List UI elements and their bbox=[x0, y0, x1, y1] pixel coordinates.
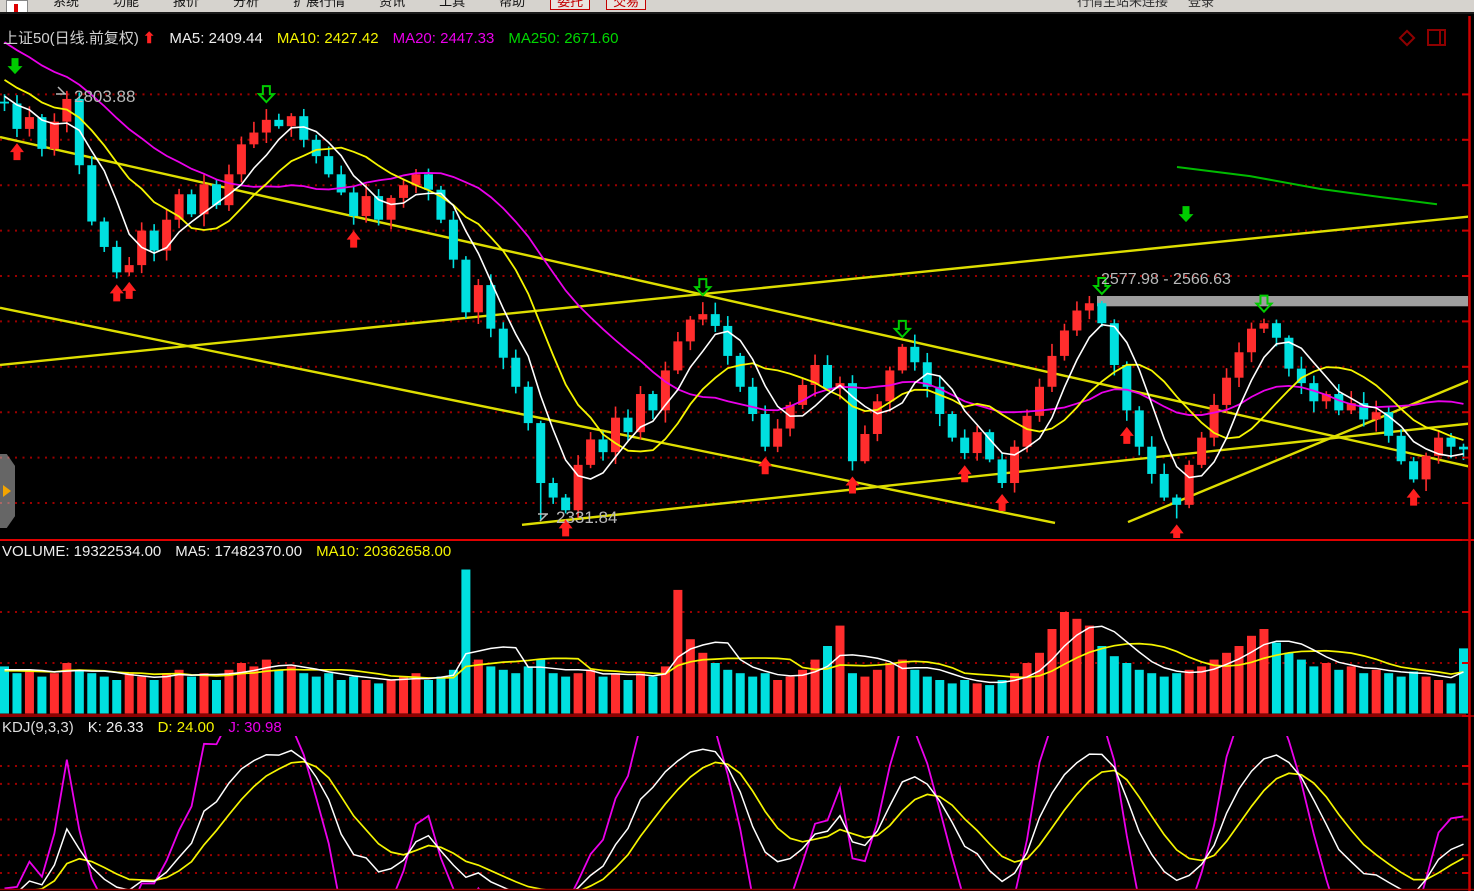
sell-arrow-icon bbox=[895, 321, 910, 337]
expand-arrow-icon bbox=[3, 485, 11, 497]
menu-item-7[interactable]: 帮助 bbox=[499, 0, 525, 9]
ma20-readout: MA20: 2447.33 bbox=[393, 30, 495, 47]
up-arrow-icon: ⬆ bbox=[143, 29, 156, 47]
ma20-line bbox=[5, 42, 1464, 415]
kdj-name: KDJ(9,3,3) bbox=[2, 719, 74, 736]
sidebar-expand-tab[interactable] bbox=[0, 454, 15, 528]
volume-readout: VOLUME: 19322534.00 bbox=[2, 543, 161, 560]
buy-arrow-icon bbox=[347, 231, 361, 248]
menu-hot-item-1[interactable]: 交易 bbox=[606, 0, 646, 10]
svg-text:2803.88: 2803.88 bbox=[74, 87, 135, 106]
volume-ma10-line bbox=[5, 644, 1464, 678]
split-window-icon[interactable] bbox=[1427, 29, 1446, 46]
sell-arrow-icon bbox=[8, 58, 23, 74]
ma5-line bbox=[5, 96, 1464, 479]
symbol-title: 上证50(日线.前复权) bbox=[3, 30, 139, 47]
ma250-readout: MA250: 2671.60 bbox=[508, 30, 618, 47]
kdj-k-readout: K: 26.33 bbox=[88, 719, 144, 736]
volume-panel[interactable] bbox=[0, 570, 1468, 715]
sell-arrow-icon bbox=[1179, 206, 1194, 222]
buy-arrow-icon bbox=[958, 465, 972, 482]
buy-arrow-icon bbox=[1170, 524, 1184, 541]
buy-arrow-icon bbox=[110, 284, 124, 301]
app-icon[interactable] bbox=[6, 0, 28, 14]
menu-item-3[interactable]: 分析 bbox=[233, 0, 259, 9]
volume-header: VOLUME: 19322534.00 MA5: 17482370.00 MA10:… bbox=[2, 543, 465, 560]
menu-right-item-1[interactable]: 登录 bbox=[1188, 0, 1214, 9]
menu-item-5[interactable]: 资讯 bbox=[379, 0, 405, 9]
menu-items: 系统 功能 报价 分析 扩展行情 资讯 工具 帮助 bbox=[36, 0, 542, 11]
buy-arrow-icon bbox=[1120, 427, 1134, 444]
kdj-j-readout: J: 30.98 bbox=[228, 719, 281, 736]
main-price-panel[interactable] bbox=[0, 42, 1474, 541]
chart-canvas[interactable]: 2803.88 2331.84 2577.98 - 2566.63 bbox=[0, 0, 1474, 891]
ma10-readout: MA10: 2427.42 bbox=[277, 30, 379, 47]
price-annotations: 2803.88 2331.84 2577.98 - 2566.63 bbox=[56, 87, 1231, 527]
menu-item-1[interactable]: 功能 bbox=[113, 0, 139, 9]
menu-right-items: 行情主站未连接 登录 bbox=[1067, 0, 1224, 13]
main-chart-header: 上证50(日线.前复权)⬆ MA5: 2409.44 MA10: 2427.42 MA… bbox=[3, 27, 632, 48]
kdj-header: KDJ(9,3,3) K: 26.33 D: 24.00 J: 30.98 bbox=[2, 719, 296, 736]
menu-item-6[interactable]: 工具 bbox=[439, 0, 465, 9]
volume-ma10-readout: MA10: 20362658.00 bbox=[316, 543, 451, 560]
sell-arrow-icon bbox=[259, 86, 274, 102]
tdx-app-window: 系统 功能 报价 分析 扩展行情 资讯 工具 帮助 委托 交易 行情主站未连接 登录 2803.8… bbox=[0, 0, 1474, 891]
kdj-k-line bbox=[5, 749, 1464, 891]
kdj-d-readout: D: 24.00 bbox=[158, 719, 215, 736]
menu-hot-items: 委托 交易 bbox=[542, 0, 654, 11]
menu-item-0[interactable]: 系统 bbox=[53, 0, 79, 9]
menu-item-2[interactable]: 报价 bbox=[173, 0, 199, 9]
ma5-readout: MA5: 2409.44 bbox=[169, 30, 262, 47]
resistance-zone-bar bbox=[1097, 296, 1469, 306]
buy-arrow-icon bbox=[10, 143, 24, 160]
menu-hot-item-0[interactable]: 委托 bbox=[550, 0, 590, 10]
buy-arrow-icon bbox=[122, 282, 136, 299]
chart-corner-controls bbox=[1401, 29, 1446, 46]
menu-right-item-0[interactable]: 行情主站未连接 bbox=[1077, 0, 1168, 9]
gridlines bbox=[0, 94, 1466, 873]
buy-arrow-icon bbox=[758, 457, 772, 474]
menu-item-4[interactable]: 扩展行情 bbox=[293, 0, 345, 9]
svg-text:2331.84: 2331.84 bbox=[556, 508, 617, 527]
diamond-icon[interactable] bbox=[1399, 29, 1416, 46]
volume-ma5-line bbox=[5, 626, 1464, 682]
volume-ma5-readout: MA5: 17482370.00 bbox=[175, 543, 302, 560]
menu-bar: 系统 功能 报价 分析 扩展行情 资讯 工具 帮助 委托 交易 行情主站未连接 登录 bbox=[0, 0, 1474, 14]
buy-arrow-icon bbox=[995, 494, 1009, 511]
panel-borders bbox=[0, 16, 1474, 891]
svg-text:2577.98 - 2566.63: 2577.98 - 2566.63 bbox=[1101, 271, 1231, 288]
